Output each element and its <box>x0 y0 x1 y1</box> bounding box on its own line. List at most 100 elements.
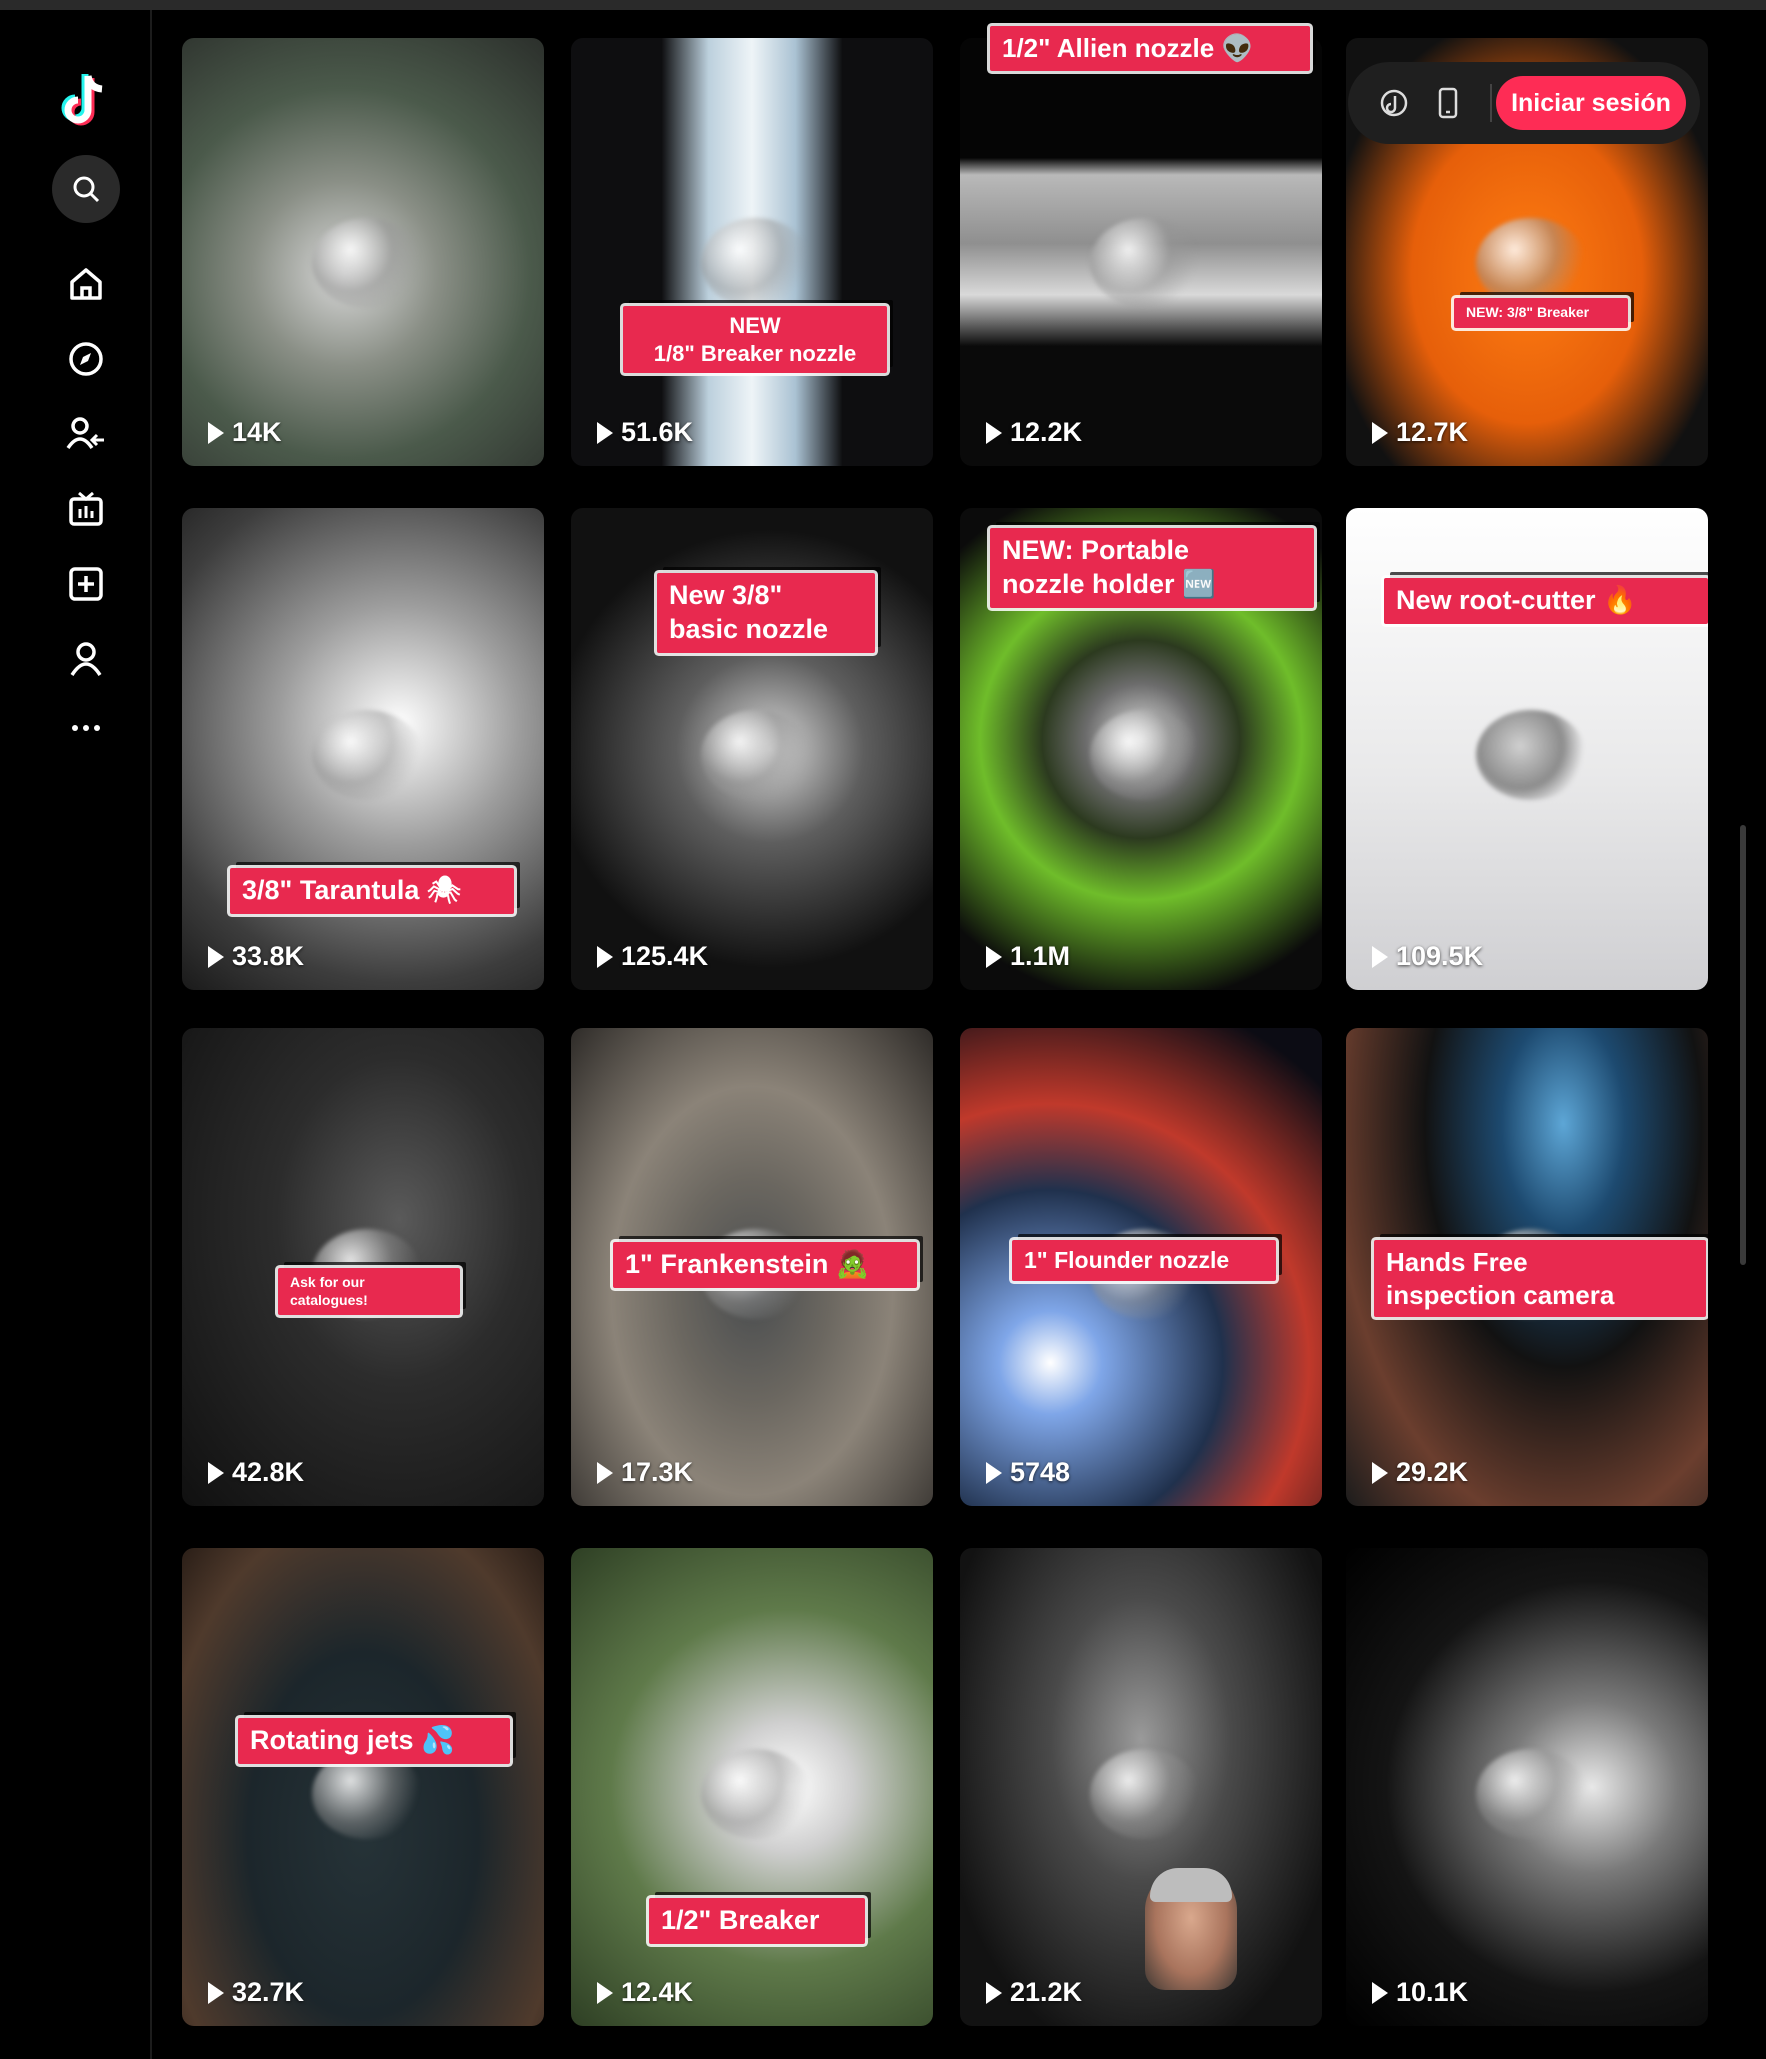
view-count: 12.2K <box>986 417 1082 448</box>
view-count: 14K <box>208 417 282 448</box>
view-count-value: 125.4K <box>621 941 709 971</box>
view-count-value: 33.8K <box>232 941 305 971</box>
login-button[interactable]: Iniciar sesión <box>1496 76 1686 130</box>
nozzle-highlight <box>312 710 422 801</box>
video-caption: Ask for our catalogues! <box>278 1268 460 1315</box>
presenter-hair <box>1150 1868 1232 1902</box>
view-count: 32.7K <box>208 1977 304 2008</box>
video-caption: Rotating jets 💦 <box>238 1718 510 1764</box>
view-count: 10.1K <box>1372 1977 1468 2008</box>
divider <box>1490 84 1492 122</box>
video-card[interactable]: NEW 1/8" Breaker nozzle 51.6K <box>571 38 933 466</box>
video-card[interactable]: Rotating jets 💦 32.7K <box>182 1548 544 2026</box>
play-icon <box>986 945 1002 968</box>
view-count-value: 21.2K <box>1010 1977 1083 2007</box>
compass-icon[interactable] <box>58 331 114 387</box>
video-caption: 1" Flounder nozzle <box>1012 1240 1276 1281</box>
nozzle-highlight <box>701 217 811 308</box>
nozzle-highlight <box>1476 1748 1586 1839</box>
video-card[interactable]: New 3/8" basic nozzle 125.4K <box>571 508 933 990</box>
video-card[interactable]: 1" Frankenstein 🧟 17.3K <box>571 1028 933 1506</box>
sidebar <box>0 10 152 2059</box>
play-icon <box>597 1981 613 2004</box>
page-scrollbar[interactable] <box>1740 825 1746 1265</box>
video-card[interactable]: New root-cutter 🔥 109.5K <box>1346 508 1708 990</box>
video-caption: NEW: 3/8" Breaker <box>1454 298 1628 328</box>
plus-square-icon[interactable] <box>58 556 114 612</box>
view-count-value: 51.6K <box>621 417 694 447</box>
view-count: 21.2K <box>986 1977 1082 2008</box>
more-icon[interactable] <box>58 700 114 756</box>
live-tv-icon[interactable] <box>58 481 114 537</box>
play-icon <box>986 1981 1002 2004</box>
view-count-value: 12.2K <box>1010 417 1083 447</box>
play-icon <box>208 1461 224 1484</box>
tiktok-logo[interactable] <box>58 70 114 130</box>
view-count: 1.1M <box>986 941 1070 972</box>
video-caption: NEW 1/8" Breaker nozzle <box>623 306 887 373</box>
video-caption: NEW: Portable nozzle holder 🆕 <box>990 528 1314 608</box>
tiktok-coin-icon[interactable] <box>1372 81 1416 125</box>
video-card[interactable]: 3/8" Tarantula 🕷 33.8K <box>182 508 544 990</box>
view-count: 51.6K <box>597 417 693 448</box>
play-icon <box>1372 945 1388 968</box>
video-caption: New root-cutter 🔥 <box>1384 578 1708 624</box>
view-count-value: 1.1M <box>1010 941 1071 971</box>
view-count-value: 12.4K <box>621 1977 694 2007</box>
view-count: 17.3K <box>597 1457 693 1488</box>
video-caption: 1/2" Allien nozzle 👽 <box>990 26 1310 71</box>
video-caption: Hands Free inspection camera <box>1374 1240 1706 1317</box>
nozzle-highlight <box>1476 217 1586 308</box>
video-card[interactable]: Hands Free inspection camera 29.2K <box>1346 1028 1708 1506</box>
nozzle-highlight <box>312 217 422 308</box>
video-caption: 3/8" Tarantula 🕷 <box>230 868 514 914</box>
view-count-value: 29.2K <box>1396 1457 1469 1487</box>
video-caption: New 3/8" basic nozzle <box>657 573 875 653</box>
view-count-value: 14K <box>232 417 282 447</box>
view-count-value: 109.5K <box>1396 941 1484 971</box>
header-action-bar: Iniciar sesión <box>1348 62 1700 144</box>
play-icon <box>208 1981 224 2004</box>
nozzle-highlight <box>701 710 811 801</box>
view-count-value: 17.3K <box>621 1457 694 1487</box>
nozzle-highlight <box>1090 1748 1200 1839</box>
following-icon[interactable] <box>58 406 114 462</box>
view-count: 42.8K <box>208 1457 304 1488</box>
video-card[interactable]: 1/2" Allien nozzle 👽 12.2K <box>960 26 1322 466</box>
view-count: 12.4K <box>597 1977 693 2008</box>
play-icon <box>597 421 613 444</box>
view-count: 125.4K <box>597 941 708 972</box>
mobile-app-icon[interactable] <box>1426 81 1470 125</box>
video-card[interactable]: Ask for our catalogues! 42.8K <box>182 1028 544 1506</box>
home-icon[interactable] <box>58 256 114 312</box>
play-icon <box>986 421 1002 444</box>
play-icon <box>1372 421 1388 444</box>
search-icon[interactable] <box>52 155 120 223</box>
play-icon <box>208 945 224 968</box>
view-count: 12.7K <box>1372 417 1468 448</box>
play-icon <box>597 945 613 968</box>
video-card[interactable]: 21.2K <box>960 1548 1322 2026</box>
play-icon <box>1372 1461 1388 1484</box>
nozzle-highlight <box>1476 710 1586 801</box>
play-icon <box>208 421 224 444</box>
play-icon <box>597 1461 613 1484</box>
video-card[interactable]: 1/2" Breaker 12.4K <box>571 1548 933 2026</box>
view-count-value: 42.8K <box>232 1457 305 1487</box>
view-count-value: 5748 <box>1010 1457 1071 1487</box>
video-card[interactable]: 1" Flounder nozzle 5748 <box>960 1028 1322 1506</box>
view-count: 29.2K <box>1372 1457 1468 1488</box>
view-count-value: 32.7K <box>232 1977 305 2007</box>
video-card[interactable]: NEW: Portable nozzle holder 🆕 1.1M <box>960 508 1322 990</box>
user-icon[interactable] <box>58 631 114 687</box>
nozzle-highlight <box>1090 217 1200 308</box>
nozzle-highlight <box>701 1748 811 1839</box>
play-icon <box>986 1461 1002 1484</box>
video-card[interactable]: 10.1K <box>1346 1548 1708 2026</box>
view-count: 5748 <box>986 1457 1070 1488</box>
view-count-value: 12.7K <box>1396 417 1469 447</box>
video-card[interactable]: 14K <box>182 38 544 466</box>
video-caption: 1/2" Breaker <box>649 1898 865 1944</box>
nozzle-highlight <box>1090 710 1200 801</box>
window-top-bar <box>0 0 1766 10</box>
